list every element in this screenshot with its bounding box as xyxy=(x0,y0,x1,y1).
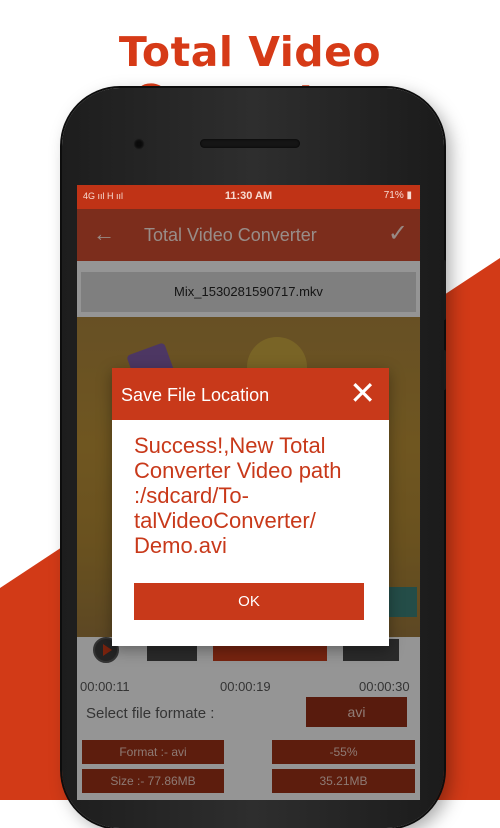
status-bar: 4G ııl H ııl 11:30 AM 71% ▮ xyxy=(77,185,420,209)
dialog-title: Save File Location xyxy=(121,385,270,405)
earpiece-speaker xyxy=(200,139,300,148)
phone-power-button xyxy=(441,350,446,390)
ok-button[interactable]: OK xyxy=(134,583,364,620)
dialog-message: Success!,New Total Converter Video path … xyxy=(134,433,342,558)
status-time: 11:30 AM xyxy=(224,190,273,202)
close-icon[interactable]: ✕ xyxy=(349,377,376,409)
front-camera xyxy=(133,138,145,150)
dialog-header: Save File Location ✕ xyxy=(112,368,389,420)
phone-volume-button xyxy=(441,260,446,320)
save-location-dialog: Save File Location ✕ Success!,New Total … xyxy=(112,368,389,646)
battery-indicator: 71% ▮ xyxy=(383,190,412,201)
